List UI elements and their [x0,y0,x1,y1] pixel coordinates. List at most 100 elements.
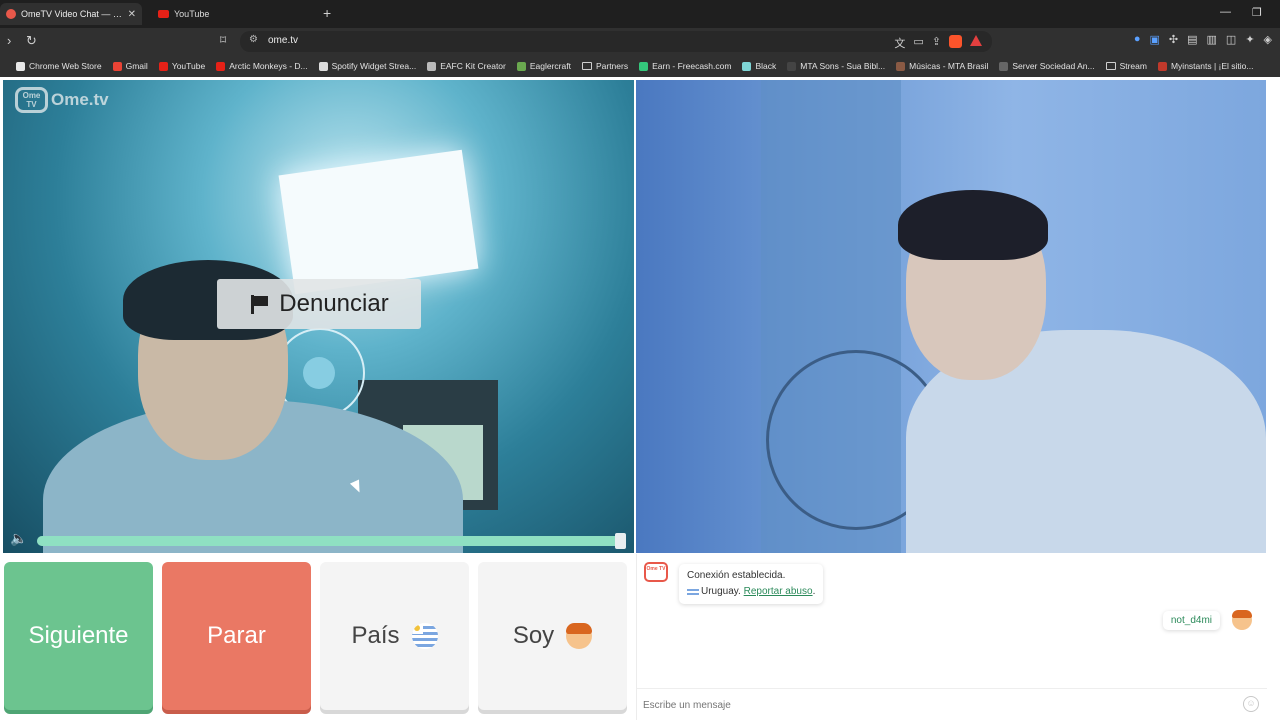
extension-toolbar: ● ▣ ✣ ▤ ▥ ◫ ✦ ◈ [1134,33,1272,46]
new-tab-button[interactable]: + [323,5,331,21]
youtube-favicon-icon [158,10,169,18]
puzzle-icon[interactable]: ✣ [1169,33,1178,46]
bookmark-item[interactable]: Chrome Web Store [16,61,102,71]
bookmarks-bar: Chrome Web Store Gmail YouTube Arctic Monke… [0,55,1280,77]
site-info-icon[interactable]: ⚙ [249,34,258,45]
bookmark-item[interactable]: Server Sociedad An... [999,61,1095,71]
bookmark-label: YouTube [171,61,206,71]
volume-handle[interactable] [615,533,626,549]
tab-ometv[interactable]: OmeTV Video Chat — Omegl ✕ [0,3,142,25]
volume-icon[interactable]: 🔈 [10,530,27,547]
stop-label: Parar [207,622,266,649]
bookmark-label: Spotify Widget Strea... [331,61,417,71]
bookmark-label: Músicas - MTA Brasil [909,61,989,71]
url-box[interactable]: ⚙ ome.tv 文 ▭ ⇪ [240,31,992,52]
minimize-icon[interactable]: — [1220,6,1231,18]
bookmark-favicon-icon [516,61,526,71]
volume-fill [37,536,623,546]
wallet-icon[interactable]: ◫ [1226,33,1236,46]
bookmark-favicon-icon [896,61,906,71]
emoji-icon[interactable]: ☺ [1243,696,1259,712]
tab-close-icon[interactable]: ✕ [128,9,136,20]
folder-icon [581,62,592,70]
chat-logo: Ome TV [644,562,668,582]
report-label: Denunciar [279,290,389,317]
bookmark-item[interactable]: Eaglercraft [516,61,571,71]
browser-tab-bar: OmeTV Video Chat — Omegl ✕ YouTube + — ❐ [0,0,1280,28]
gender-button[interactable]: Soy [478,562,627,710]
bookmark-item[interactable]: Earn - Freecash.com [639,61,731,71]
bookmark-item[interactable]: YouTube [158,61,206,71]
restore-icon[interactable]: ❐ [1252,6,1262,19]
brave-shields-icon[interactable] [949,35,962,48]
bookmark-label: Server Sociedad An... [1012,61,1095,71]
system-message: Conexión establecida. Uruguay. Reportar … [679,564,824,604]
report-abuse-link[interactable]: Reportar abuso [744,586,813,597]
bookmark-label: Gmail [125,61,148,71]
gender-label: Soy [512,622,555,649]
message-input[interactable] [643,695,1223,715]
bookmark-item[interactable]: MTA Sons - Sua Bibl... [787,61,885,71]
forward-icon[interactable]: › [7,33,11,48]
bookmark-item[interactable]: Spotify Widget Strea... [318,61,417,71]
bookmark-favicon-icon [318,61,328,71]
country-label: País [351,622,400,649]
bookmark-item[interactable]: Black [742,61,776,71]
stop-button[interactable]: Parar [162,562,311,710]
extension-icon[interactable]: ● [1134,33,1141,46]
sidebar-icon[interactable]: ▥ [1207,33,1217,46]
country-button[interactable]: País [320,562,469,710]
bookmark-label: MTA Sons - Sua Bibl... [800,61,886,71]
ometv-page: Ome TV Ome.tv Denunciar 🔈 Siguiente Para… [0,78,1280,720]
bookmark-favicon-icon [742,61,752,71]
next-button[interactable]: Siguiente [4,562,153,710]
vpn-icon[interactable]: ◈ [1264,33,1272,46]
remote-video[interactable] [636,80,1266,553]
connection-status: Conexión establecida. [687,570,786,581]
reading-list-icon[interactable]: ▤ [1187,33,1197,46]
extension-icon[interactable]: ▣ [1149,33,1159,46]
bookmark-label: Arctic Monkeys - D... [229,61,308,71]
bookmark-favicon-icon [427,61,437,71]
tab-title: OmeTV Video Chat — Omegl [21,9,124,19]
video-backdrop [278,149,479,295]
bookmark-label: Earn - Freecash.com [652,61,732,71]
bookmark-label: Stream [1119,61,1147,71]
share-icon[interactable]: ⇪ [932,35,941,51]
bookmark-item[interactable]: Partners [581,61,629,71]
boy-icon [1232,610,1252,630]
tab-youtube[interactable]: YouTube [152,3,322,25]
country-line: Uruguay. Reportar abuso. [687,584,815,600]
uruguay-flag-icon [687,586,699,596]
bookmark-item[interactable]: Gmail [112,61,148,71]
chat-input-area: ☺ [637,688,1267,720]
bookmark-item[interactable]: EAFC Kit Creator [427,61,506,71]
volume-slider[interactable] [37,536,623,546]
report-button[interactable]: Denunciar [217,279,421,329]
bookmark-label: Eaglercraft [529,61,571,71]
cast-icon[interactable]: ▭ [913,35,923,51]
logo-badge: Ome TV [15,87,48,113]
url-text[interactable]: ome.tv [268,35,298,46]
bookmark-favicon-icon [16,61,25,71]
translate-icon[interactable]: 文 [894,35,905,51]
bookmark-favicon-icon [1157,61,1167,71]
reload-icon[interactable]: ↻ [26,33,37,49]
bookmark-icon[interactable]: ⌑ [220,33,226,47]
local-video[interactable]: Ome TV Ome.tv Denunciar 🔈 [3,80,634,553]
bookmark-item[interactable]: Stream [1105,61,1147,71]
bookmark-favicon-icon [787,61,797,71]
bookmark-item[interactable]: Arctic Monkeys - D... [216,61,308,71]
bookmark-label: Black [755,61,777,71]
logo-text: Ome.tv [51,90,109,109]
bookmark-item[interactable]: Músicas - MTA Brasil [896,61,988,71]
bookmark-label: Partners [595,61,629,71]
bookmark-item[interactable]: Myinstants | ¡El sitio... [1157,61,1254,71]
leo-icon[interactable]: ✦ [1245,33,1254,46]
bookmark-favicon-icon [639,61,649,71]
brave-rewards-icon[interactable] [970,35,982,46]
ometv-logo: Ome TV Ome.tv [15,87,109,113]
report-suffix: . [812,586,816,597]
bookmark-label: Myinstants | ¡El sitio... [1170,61,1254,71]
address-bar: › ↻ ⌑ ⚙ ome.tv 文 ▭ ⇪ [0,28,1280,55]
